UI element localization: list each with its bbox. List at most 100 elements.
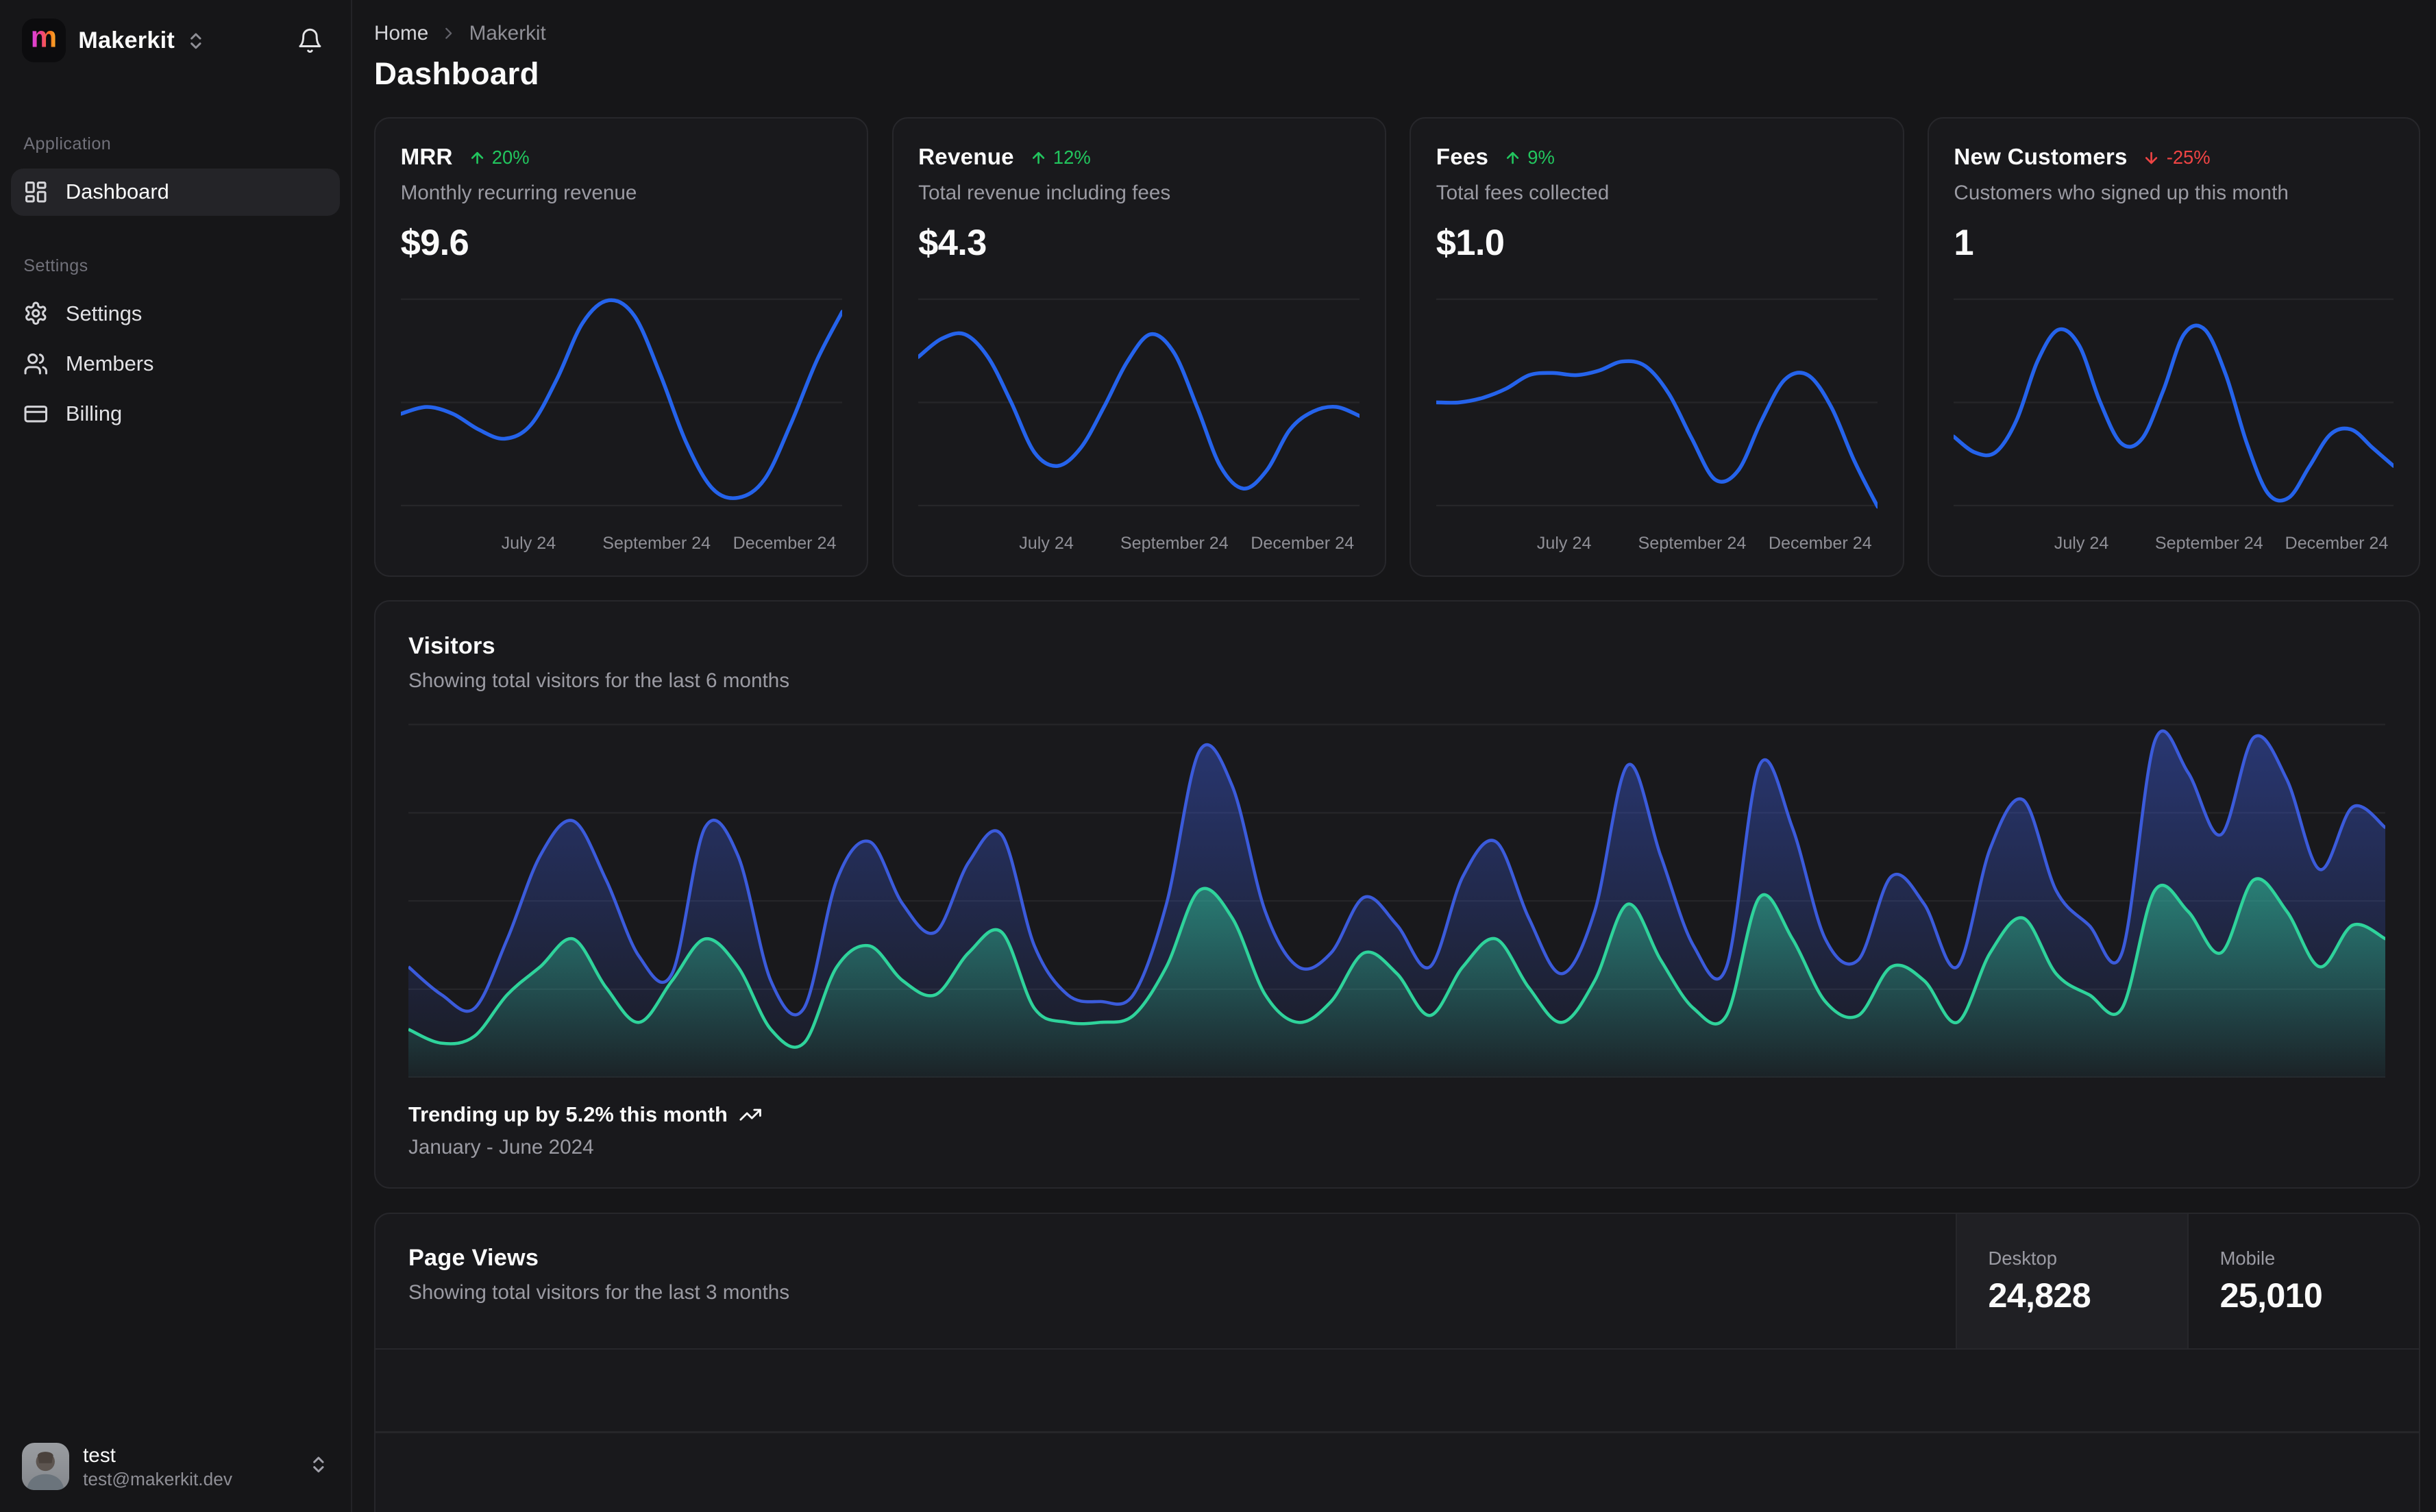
stat-delta-badge: 12% <box>1030 147 1091 169</box>
stat-title: Fees <box>1436 145 1489 171</box>
visitors-trend-text: Trending up by 5.2% this month <box>408 1102 728 1126</box>
trending-up-icon <box>739 1108 761 1121</box>
gear-icon <box>25 301 47 325</box>
layout-dashboard-icon <box>25 182 47 203</box>
axis-label: September 24 <box>602 533 711 553</box>
axis-label: September 24 <box>1120 533 1229 553</box>
revenue-sparkline-chart <box>918 280 1360 525</box>
toggle-desktop-label: Desktop <box>1988 1247 2057 1269</box>
axis-label: July 24 <box>1019 533 1074 553</box>
page-views-header: Page Views Showing total visitors for th… <box>376 1213 2419 1350</box>
stat-card-mrr: MRR 20% Monthly recurring revenue $9.6 J… <box>374 116 869 578</box>
stat-title: Revenue <box>918 145 1014 171</box>
axis-label: December 24 <box>733 533 837 553</box>
x-axis-labels: July 24 September 24 December 24 <box>918 534 1360 557</box>
stat-delta-value: 12% <box>1053 147 1091 169</box>
toggle-mobile[interactable]: Mobile 25,010 <box>2187 1213 2419 1349</box>
breadcrumb-home-link[interactable]: Home <box>374 22 428 45</box>
page-views-card: Page Views Showing total visitors for th… <box>374 1212 2420 1512</box>
user-email: test@makerkit.dev <box>83 1468 232 1489</box>
arrow-up-icon <box>1506 151 1519 164</box>
stat-subtitle: Total fees collected <box>1436 182 1610 205</box>
arrow-up-icon <box>1032 151 1044 164</box>
arrow-down-icon <box>2145 151 2158 164</box>
user-menu[interactable]: test test@makerkit.dev <box>0 1421 351 1512</box>
stat-subtitle: Total revenue including fees <box>918 182 1171 205</box>
user-name: test <box>83 1443 116 1467</box>
axis-label: December 24 <box>1251 533 1355 553</box>
stat-value: 1 <box>1954 223 1973 264</box>
axis-label: September 24 <box>2154 533 2263 553</box>
sidebar-item-billing[interactable]: Billing <box>11 391 340 438</box>
makerkit-logo: m <box>21 18 66 63</box>
stat-card-fees: Fees 9% Total fees collected $1.0 July 2… <box>1410 116 1904 578</box>
stat-title: New Customers <box>1954 145 2128 171</box>
stat-value: $9.6 <box>400 223 469 264</box>
sidebar-item-settings[interactable]: Settings <box>11 290 340 337</box>
main-content: Home Makerkit Dashboard MRR 20% Monthly … <box>352 0 2436 1512</box>
axis-label: December 24 <box>2285 533 2389 553</box>
toggle-mobile-label: Mobile <box>2219 1247 2276 1269</box>
stat-title: MRR <box>400 145 453 171</box>
user-meta: test test@makerkit.dev <box>83 1443 232 1491</box>
axis-label: September 24 <box>1638 533 1747 553</box>
stat-cards-row: MRR 20% Monthly recurring revenue $9.6 J… <box>374 116 2420 578</box>
arrow-up-icon <box>471 151 483 164</box>
stat-delta-badge: -25% <box>2143 147 2211 169</box>
visitors-date-range: January - June 2024 <box>408 1136 594 1159</box>
stat-delta-value: 9% <box>1527 147 1555 169</box>
sidebar-item-label: Settings <box>65 301 143 325</box>
stat-delta-badge: 9% <box>1504 147 1555 169</box>
fees-sparkline-chart <box>1436 280 1878 525</box>
page-views-header-text: Page Views Showing total visitors for th… <box>376 1214 1956 1349</box>
grid-line <box>376 1431 2419 1433</box>
visitors-subtitle: Showing total visitors for the last 6 mo… <box>408 669 790 692</box>
stat-subtitle: Monthly recurring revenue <box>400 182 637 205</box>
visitors-area-chart <box>408 717 2386 1078</box>
users-icon <box>24 353 48 375</box>
sidebar-item-label: Members <box>65 351 154 375</box>
page-views-subtitle: Showing total visitors for the last 3 mo… <box>408 1281 790 1304</box>
mrr-sparkline-chart <box>400 280 842 525</box>
page-views-title: Page Views <box>408 1245 539 1272</box>
stat-value: $1.0 <box>1436 223 1505 264</box>
credit-card-icon <box>24 405 48 423</box>
stat-delta-value: 20% <box>491 147 530 169</box>
toggle-desktop[interactable]: Desktop 24,828 <box>1955 1213 2187 1349</box>
sidebar-item-members[interactable]: Members <box>11 340 340 388</box>
avatar-silhouette <box>27 1452 64 1490</box>
toggle-desktop-value: 24,828 <box>1988 1276 2091 1315</box>
stat-subtitle: Customers who signed up this month <box>1954 182 2289 205</box>
axis-label: July 24 <box>2054 533 2109 553</box>
sidebar-item-dashboard[interactable]: Dashboard <box>10 169 341 216</box>
sidebar: m Makerkit Application Dashboard Setting… <box>0 0 353 1512</box>
stat-value: $4.3 <box>918 223 987 264</box>
sidebar-item-label: Billing <box>65 401 123 425</box>
x-axis-labels: July 24 September 24 December 24 <box>401 534 842 557</box>
visitors-card: Visitors Showing total visitors for the … <box>374 600 2420 1189</box>
axis-label: July 24 <box>1536 533 1592 553</box>
sidebar-item-label: Dashboard <box>65 179 169 204</box>
axis-label: December 24 <box>1768 533 1872 553</box>
stat-card-revenue: Revenue 12% Total revenue including fees… <box>891 116 1386 578</box>
sidebar-section-settings: Settings <box>23 256 88 275</box>
breadcrumb-current: Makerkit <box>469 21 546 45</box>
sidebar-header: m Makerkit <box>0 0 351 78</box>
x-axis-labels: July 24 September 24 December 24 <box>1954 534 2394 557</box>
page-views-bar-chart <box>376 1350 2419 1511</box>
visitors-title: Visitors <box>408 633 495 660</box>
chevrons-up-down-icon <box>190 33 201 49</box>
stat-delta-value: -25% <box>2166 147 2211 169</box>
sidebar-nav: Application Dashboard Settings Settings … <box>0 134 351 478</box>
bell-icon <box>299 28 321 53</box>
notifications-bell-button[interactable] <box>291 22 329 60</box>
logo-letter: m <box>30 21 58 54</box>
chevron-right-icon <box>439 24 458 42</box>
toggle-mobile-value: 25,010 <box>2219 1276 2323 1315</box>
new-customers-sparkline-chart <box>1954 280 2394 525</box>
page-title: Dashboard <box>374 55 539 91</box>
breadcrumb: Home Makerkit <box>374 22 2420 45</box>
stat-card-new-customers: New Customers -25% Customers who signed … <box>1927 116 2420 578</box>
workspace-switcher[interactable]: Makerkit <box>78 27 206 54</box>
stat-delta-badge: 20% <box>469 147 530 169</box>
